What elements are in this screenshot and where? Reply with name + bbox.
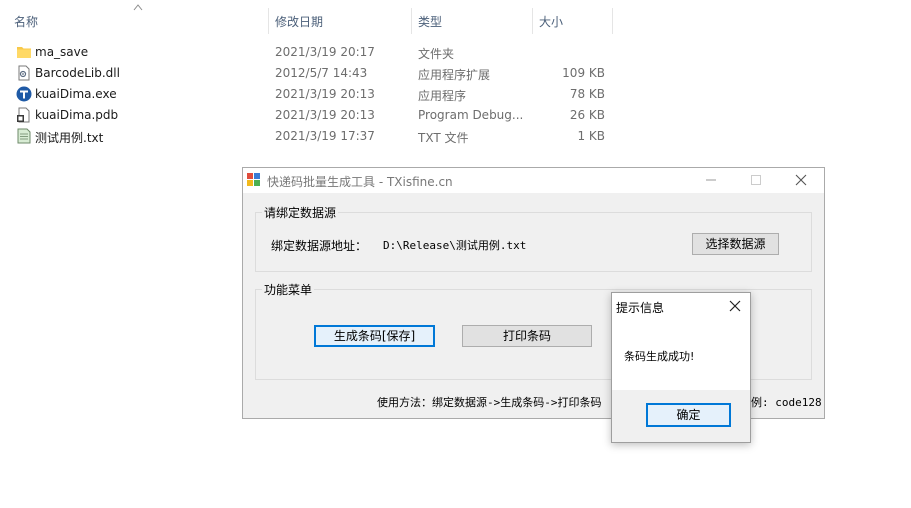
column-name[interactable]: 名称 xyxy=(14,13,38,30)
usage-instructions: 使用方法：绑定数据源->生成条码->打印条码 xyxy=(377,396,602,409)
file-date: 2021/3/19 20:13 xyxy=(275,87,375,101)
file-date: 2012/5/7 14:43 xyxy=(275,66,368,80)
file-name: kuaiDima.exe xyxy=(35,87,117,101)
file-name: 测试用例.txt xyxy=(35,131,104,145)
pdb-icon xyxy=(17,107,30,123)
window-title: 快递码批量生成工具 - TXisfine.cn xyxy=(267,175,453,189)
dialog-title: 提示信息 xyxy=(616,301,665,315)
file-name: kuaiDima.pdb xyxy=(35,108,119,122)
column-size[interactable]: 大小 xyxy=(539,13,563,30)
folder-icon xyxy=(17,47,31,58)
message-dialog: 提示信息 条码生成成功! 确定 xyxy=(611,292,751,443)
column-date[interactable]: 修改日期 xyxy=(275,13,323,30)
select-source-button[interactable]: 选择数据源 xyxy=(692,233,779,255)
close-icon[interactable] xyxy=(793,172,809,188)
file-name: BarcodeLib.dll xyxy=(35,66,120,80)
dialog-footer: 确定 xyxy=(612,390,750,442)
maximize-icon[interactable] xyxy=(748,172,764,188)
close-icon[interactable] xyxy=(728,299,742,313)
txt-icon xyxy=(17,128,31,144)
file-row-kuaidima-exe[interactable]: kuaiDima.exe 2021/3/19 20:13 应用程序 78 KB xyxy=(0,83,620,104)
file-size: 109 KB xyxy=(562,66,605,80)
dll-icon xyxy=(18,65,30,81)
file-row-barcodelib-dll[interactable]: BarcodeLib.dll 2012/5/7 14:43 应用程序扩展 109… xyxy=(0,62,620,83)
file-row-kuaidima-pdb[interactable]: kuaiDima.pdb 2021/3/19 20:13 Program Deb… xyxy=(0,104,620,125)
source-address-label: 绑定数据源地址： xyxy=(271,239,368,253)
column-divider[interactable] xyxy=(411,8,412,34)
column-divider[interactable] xyxy=(268,8,269,34)
file-size: 78 KB xyxy=(569,87,605,101)
file-size: 26 KB xyxy=(569,108,605,122)
title-bar[interactable]: 快递码批量生成工具 - TXisfine.cn xyxy=(243,168,824,193)
minimize-icon[interactable] xyxy=(703,172,719,188)
exe-icon xyxy=(16,86,32,102)
usage-example: 例: code128 xyxy=(751,396,822,409)
ok-button[interactable]: 确定 xyxy=(646,403,731,427)
source-group-label: 请绑定数据源 xyxy=(262,204,339,221)
file-type: 文件夹 xyxy=(418,47,455,61)
source-path-value: D:\Release\测试用例.txt xyxy=(383,239,527,252)
file-row-ma-save[interactable]: ma_save 2021/3/19 20:17 文件夹 xyxy=(0,41,620,62)
file-type: 应用程序 xyxy=(418,89,467,103)
file-type: TXT 文件 xyxy=(418,131,469,145)
column-header: 名称 修改日期 类型 大小 xyxy=(0,0,911,40)
generate-barcode-button[interactable]: 生成条码[保存] xyxy=(314,325,435,347)
app-icon xyxy=(247,173,260,186)
menu-group-label: 功能菜单 xyxy=(262,281,315,298)
file-date: 2021/3/19 20:17 xyxy=(275,45,375,59)
file-date: 2021/3/19 17:37 xyxy=(275,129,375,143)
sort-ascending-icon[interactable] xyxy=(133,3,143,11)
file-type: 应用程序扩展 xyxy=(418,68,491,82)
column-divider[interactable] xyxy=(532,8,533,34)
column-divider[interactable] xyxy=(612,8,613,34)
column-type[interactable]: 类型 xyxy=(418,13,442,30)
file-name: ma_save xyxy=(35,45,89,59)
file-row-test-txt[interactable]: 测试用例.txt 2021/3/19 17:37 TXT 文件 1 KB xyxy=(0,125,620,146)
print-barcode-button[interactable]: 打印条码 xyxy=(462,325,592,347)
file-size: 1 KB xyxy=(577,129,605,143)
file-date: 2021/3/19 20:13 xyxy=(275,108,375,122)
dialog-message: 条码生成成功! xyxy=(624,350,695,363)
